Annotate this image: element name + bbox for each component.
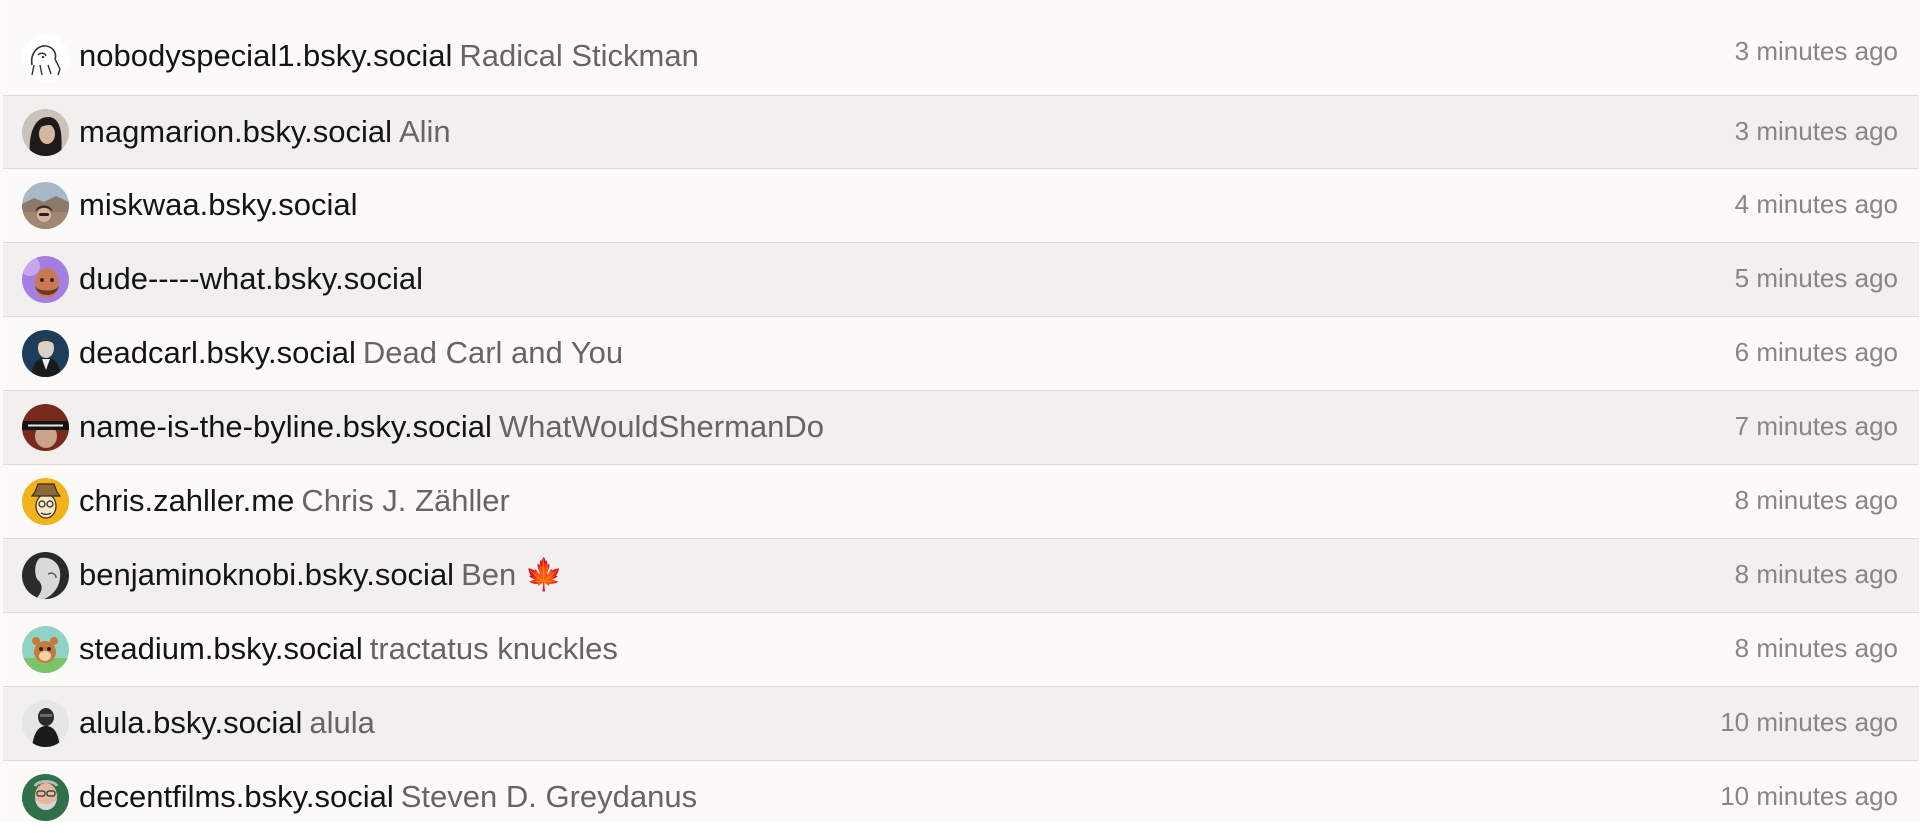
timestamp-label: 7 minutes ago — [1734, 411, 1898, 441]
follow-names: chris.zahller.me Chris J. Zähller — [79, 465, 510, 537]
handle-label[interactable]: decentfilms.bsky.social — [79, 779, 394, 814]
display-name-label: Chris J. Zähller — [301, 483, 510, 518]
display-name-label: Steven D. Greydanus — [400, 779, 698, 814]
follow-names: miskwaa.bsky.social — [79, 169, 365, 241]
display-name-label: WhatWouldShermanDo — [498, 409, 824, 444]
handle-label[interactable]: alula.bsky.social — [79, 705, 302, 740]
list-item[interactable]: name-is-the-byline.bsky.social WhatWouldS… — [3, 390, 1919, 464]
woman-portrait-avatar[interactable] — [22, 109, 69, 156]
bearded-man-avatar[interactable] — [22, 774, 69, 821]
handle-label[interactable]: nobodyspecial1.bsky.social — [79, 38, 452, 73]
display-name-label: Radical Stickman — [459, 38, 699, 73]
follow-names: decentfilms.bsky.social Steven D. Greydan… — [79, 761, 697, 833]
handle-label[interactable]: name-is-the-byline.bsky.social — [79, 409, 492, 444]
follow-names: dude-----what.bsky.social — [79, 243, 430, 315]
list-item[interactable]: deadcarl.bsky.social Dead Carl and You 6 … — [3, 316, 1919, 390]
timestamp-label: 8 minutes ago — [1734, 559, 1898, 589]
follow-names: magmarion.bsky.social Alin — [79, 96, 451, 168]
timestamp-label: 6 minutes ago — [1734, 337, 1898, 367]
handle-label[interactable]: dude-----what.bsky.social — [79, 261, 423, 296]
handle-label[interactable]: benjaminoknobi.bsky.social — [79, 557, 454, 592]
cartoon-animal-avatar[interactable] — [22, 626, 69, 673]
follow-names: nobodyspecial1.bsky.social Radical Stickm… — [79, 20, 699, 92]
display-name-label: Dead Carl and You — [362, 335, 624, 370]
list-item[interactable]: chris.zahller.me Chris J. Zähller 8 minut… — [3, 464, 1919, 538]
timestamp-label: 3 minutes ago — [1734, 116, 1898, 146]
bw-profile-avatar[interactable] — [22, 552, 69, 599]
stickman-sketch-avatar[interactable] — [22, 35, 69, 82]
list-item[interactable]: steadium.bsky.social tractatus knuckles 8… — [3, 612, 1919, 686]
landscape-selfie-avatar[interactable] — [22, 182, 69, 229]
list-item[interactable]: magmarion.bsky.social Alin 3 minutes ago — [3, 95, 1919, 168]
follow-names: name-is-the-byline.bsky.social WhatWouldS… — [79, 391, 824, 463]
display-name-label: alula — [309, 705, 375, 740]
bw-figure-avatar[interactable] — [22, 700, 69, 747]
list-item[interactable]: decentfilms.bsky.social Steven D. Greydan… — [3, 760, 1919, 822]
timestamp-label: 5 minutes ago — [1734, 263, 1898, 293]
list-item[interactable]: nobodyspecial1.bsky.social Radical Stickm… — [3, 0, 1919, 95]
purple-portrait-avatar[interactable] — [22, 256, 69, 303]
timestamp-label: 3 minutes ago — [1734, 36, 1898, 66]
list-item[interactable]: benjaminoknobi.bsky.social Ben 🍁 8 minute… — [3, 538, 1919, 612]
identity-withheld-avatar[interactable] — [22, 404, 69, 451]
display-name-label: tractatus knuckles — [369, 631, 618, 666]
handle-label[interactable]: miskwaa.bsky.social — [79, 187, 358, 222]
handle-label[interactable]: chris.zahller.me — [79, 483, 294, 518]
list-item[interactable]: miskwaa.bsky.social 4 minutes ago — [3, 168, 1919, 242]
timestamp-label: 4 minutes ago — [1734, 189, 1898, 219]
follow-names: alula.bsky.social alula — [79, 687, 375, 759]
timestamp-label: 8 minutes ago — [1734, 633, 1898, 663]
handle-label[interactable]: magmarion.bsky.social — [79, 114, 392, 149]
display-name-label: Alin — [398, 114, 451, 149]
handle-label[interactable]: steadium.bsky.social — [79, 631, 363, 666]
handle-label[interactable]: deadcarl.bsky.social — [79, 335, 356, 370]
follow-names: benjaminoknobi.bsky.social Ben 🍁 — [79, 539, 563, 611]
list-item[interactable]: dude-----what.bsky.social 5 minutes ago — [3, 242, 1919, 316]
follows-list: nobodyspecial1.bsky.social Radical Stickm… — [0, 0, 1920, 822]
list-item[interactable]: alula.bsky.social alula 10 minutes ago — [3, 686, 1919, 760]
cartoon-hat-avatar[interactable] — [22, 478, 69, 525]
historical-portrait-avatar[interactable] — [22, 330, 69, 377]
follow-names: deadcarl.bsky.social Dead Carl and You — [79, 317, 623, 389]
timestamp-label: 10 minutes ago — [1720, 707, 1898, 737]
timestamp-label: 8 minutes ago — [1734, 485, 1898, 515]
follow-names: steadium.bsky.social tractatus knuckles — [79, 613, 618, 685]
display-name-label: Ben 🍁 — [461, 557, 564, 592]
timestamp-label: 10 minutes ago — [1720, 781, 1898, 811]
